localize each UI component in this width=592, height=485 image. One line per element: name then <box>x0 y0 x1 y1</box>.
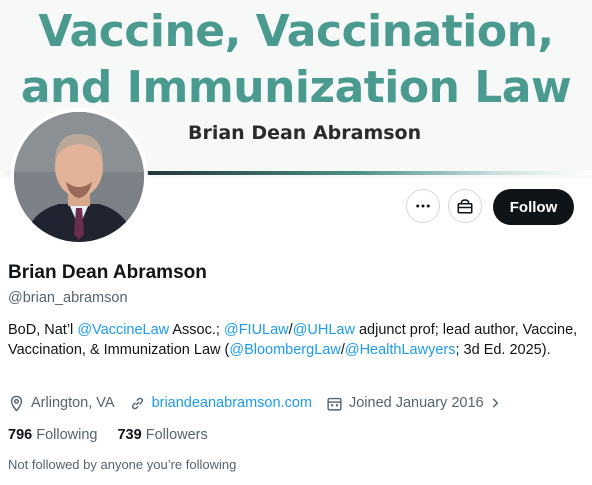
following-link[interactable]: 796 Following <box>8 427 97 443</box>
joined-text: Joined January 2016 <box>348 395 484 411</box>
bio-text: Assoc.; <box>169 322 224 338</box>
profile-name: Brian Dean Abramson <box>8 262 207 283</box>
more-icon <box>416 204 430 208</box>
mention-link[interactable]: @FIULaw <box>224 322 289 338</box>
avatar[interactable] <box>10 108 148 246</box>
mention-link[interactable]: @BloombergLaw <box>229 342 340 358</box>
following-count: 796 <box>8 427 33 443</box>
followed-by-note: Not followed by anyone you’re following <box>8 457 237 472</box>
bio-text: ; 3d Ed. 2025). <box>455 342 551 358</box>
website[interactable]: briandeanabramson.com <box>129 395 312 412</box>
subscribe-button[interactable] <box>448 189 482 223</box>
mention-link[interactable]: @VaccineLaw <box>77 322 169 338</box>
profile-meta: Arlington, VA briandeanabramson.com Join… <box>8 393 522 413</box>
chevron-right-icon <box>492 398 498 408</box>
website-link[interactable]: briandeanabramson.com <box>152 395 312 411</box>
location: Arlington, VA <box>8 395 115 412</box>
gift-icon <box>457 199 473 214</box>
following-label: Following <box>36 427 98 443</box>
mention-link[interactable]: @UHLaw <box>293 322 355 338</box>
joined-date[interactable]: Joined January 2016 <box>326 395 508 412</box>
followers-link[interactable]: 739 Followers <box>117 427 207 443</box>
bio-text: BoD, Nat’l <box>8 322 78 338</box>
banner-author: Brian Dean Abramson <box>188 122 422 144</box>
followers-label: Followers <box>145 427 208 443</box>
link-icon <box>131 397 143 409</box>
mention-link[interactable]: @HealthLawyers <box>345 342 456 358</box>
profile-handle: @brian_abramson <box>8 290 128 306</box>
follow-stats: 796 Following 739 Followers <box>8 427 228 443</box>
followers-count: 739 <box>117 427 142 443</box>
location-pin-icon <box>10 395 23 412</box>
avatar-portrait <box>14 112 144 242</box>
calendar-icon <box>327 397 342 411</box>
follow-button[interactable]: Follow <box>493 189 574 225</box>
more-options-button[interactable] <box>406 189 440 223</box>
banner-title-line2: and Immunization Law <box>20 62 572 113</box>
profile-bio: BoD, Nat’l @VaccineLaw Assoc.; @FIULaw/@… <box>8 320 578 360</box>
location-text: Arlington, VA <box>31 395 115 411</box>
banner-title-line1: Vaccine, Vaccination, <box>38 6 554 57</box>
